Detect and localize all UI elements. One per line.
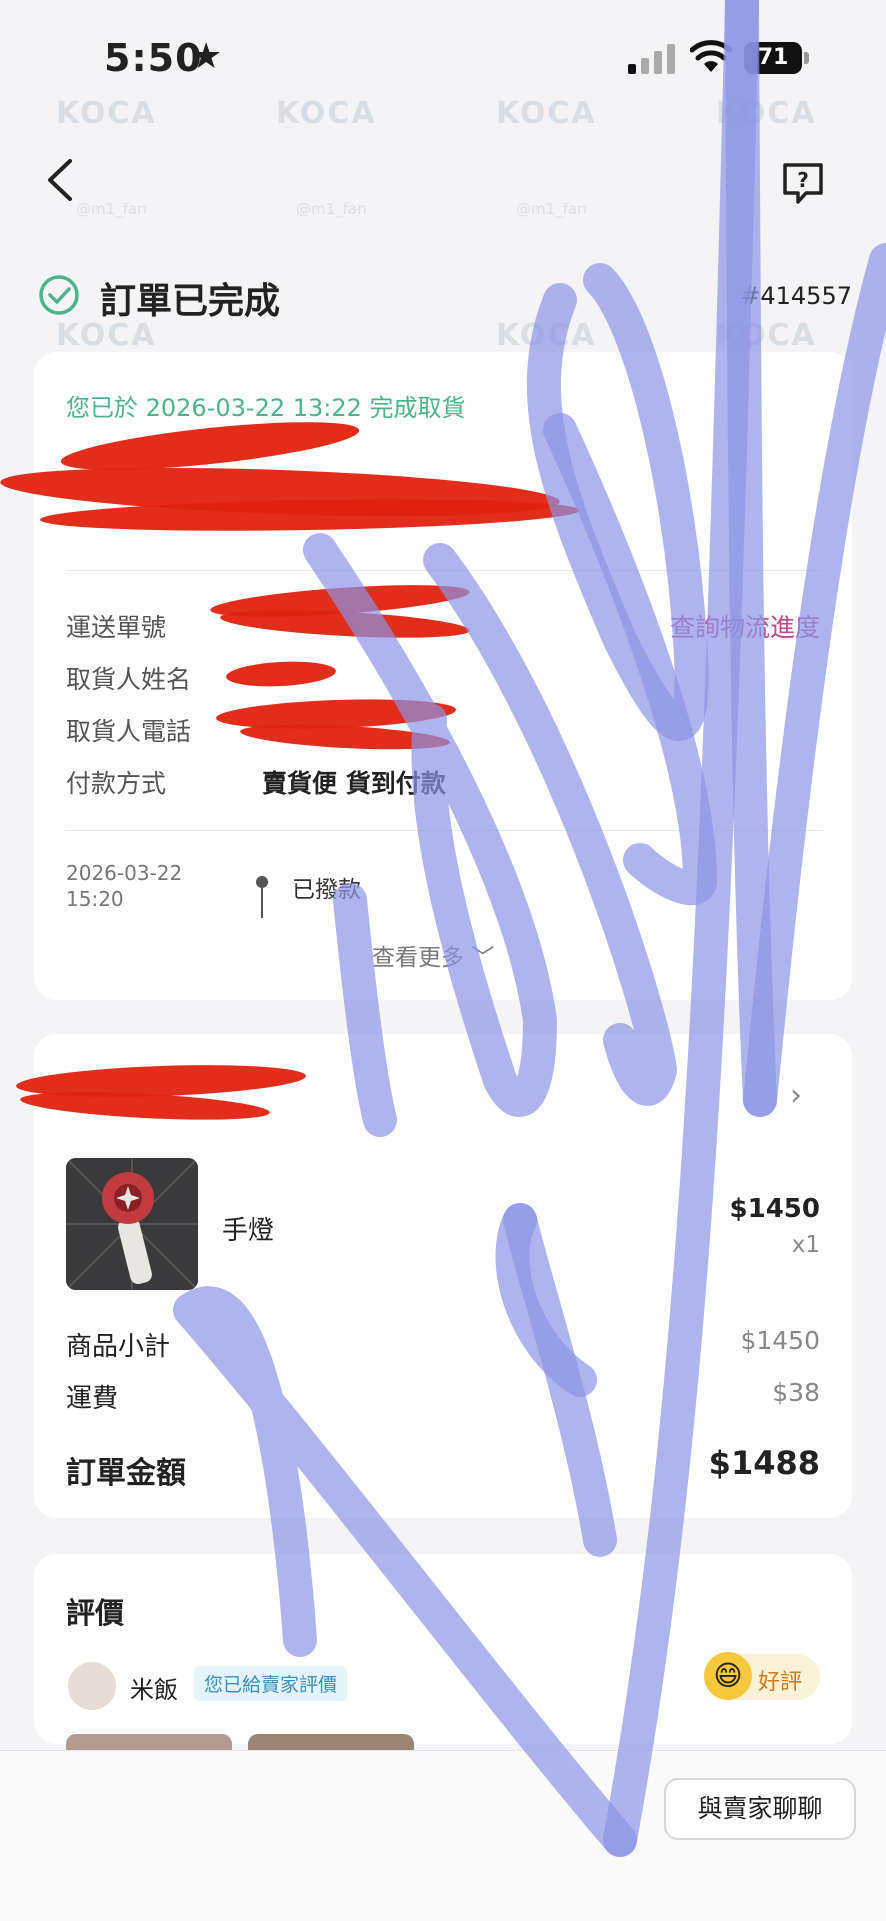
review-photo[interactable] <box>66 1734 232 1750</box>
battery-tip <box>804 52 809 64</box>
status-time: 5:50 <box>104 36 203 80</box>
shipping-value: $38 <box>772 1378 820 1407</box>
divider <box>66 570 822 571</box>
payment-label: 付款方式 <box>66 769 167 798</box>
product-thumbnail[interactable] <box>66 1158 198 1290</box>
page-title: 訂單已完成 <box>100 281 281 322</box>
track-shipment-link[interactable]: 查詢物流進度 <box>670 608 820 644</box>
review-status-badge: 您已給賣家評價 <box>194 1666 348 1701</box>
timeline-time: 15:20 <box>66 887 124 911</box>
wifi-icon <box>690 40 732 72</box>
lightstick-image <box>66 1158 198 1290</box>
chevron-right-icon[interactable]: › <box>790 1078 802 1113</box>
total-value: $1488 <box>708 1444 820 1482</box>
subtotal-label: 商品小計 <box>66 1332 171 1362</box>
timeline-event: 已撥款 <box>292 877 361 903</box>
item-price: $1450 <box>729 1194 820 1224</box>
watermark-handle: @m1_fan <box>296 200 367 218</box>
svg-text:?: ? <box>797 168 809 192</box>
timeline-date: 2026-03-22 <box>66 861 183 885</box>
check-circle-icon <box>39 275 79 315</box>
tracking-label: 運送單號 <box>66 613 167 642</box>
receiver-name-label: 取貨人姓名 <box>66 665 192 694</box>
watermark-text: KOCA <box>716 318 817 353</box>
review-title: 評價 <box>66 1596 125 1630</box>
watermark-text: KOCA <box>716 96 817 131</box>
shipping-label: 運費 <box>66 1384 119 1414</box>
watermark-handle: @m1_fan <box>516 200 587 218</box>
pickup-note: 您已於 2026-03-22 13:22 完成取貨 <box>66 394 466 422</box>
watermark-text: KOCA <box>56 96 157 131</box>
help-button[interactable]: ? <box>780 160 826 206</box>
watermark-handle: @m1_fan <box>76 200 147 218</box>
item-quantity: x1 <box>791 1232 820 1258</box>
total-label: 訂單金額 <box>66 1456 186 1491</box>
timeline-line <box>261 888 263 918</box>
review-photo[interactable] <box>248 1734 414 1750</box>
reviewer-name: 米飯 <box>130 1676 178 1704</box>
see-more-button[interactable]: 查看更多 ﹀ <box>372 938 494 972</box>
back-button[interactable] <box>40 155 80 205</box>
review-card <box>34 1554 852 1744</box>
watermark-text: KOCA <box>496 318 597 353</box>
receiver-phone-label: 取貨人電話 <box>66 717 192 746</box>
chat-with-seller-button[interactable]: 與賣家聊聊 <box>664 1778 856 1840</box>
watermark-text: KOCA <box>496 96 597 131</box>
avatar[interactable] <box>66 1660 118 1712</box>
timeline-datetime: 2026-03-22 15:20 <box>66 860 216 912</box>
signal-icon <box>628 44 675 74</box>
battery-indicator: 71 <box>744 42 802 74</box>
order-number: #414557 <box>740 282 852 310</box>
smile-icon: 😄 <box>704 1652 752 1700</box>
subtotal-value: $1450 <box>740 1326 820 1355</box>
payment-value: 賣貨便 貨到付款 <box>262 769 446 798</box>
rating-label: 好評 <box>758 1670 803 1695</box>
item-name: 手燈 <box>222 1216 275 1246</box>
divider <box>66 830 822 831</box>
star-icon: ★ <box>190 36 223 77</box>
timeline-dot <box>256 876 268 888</box>
watermark-text: KOCA <box>276 96 377 131</box>
